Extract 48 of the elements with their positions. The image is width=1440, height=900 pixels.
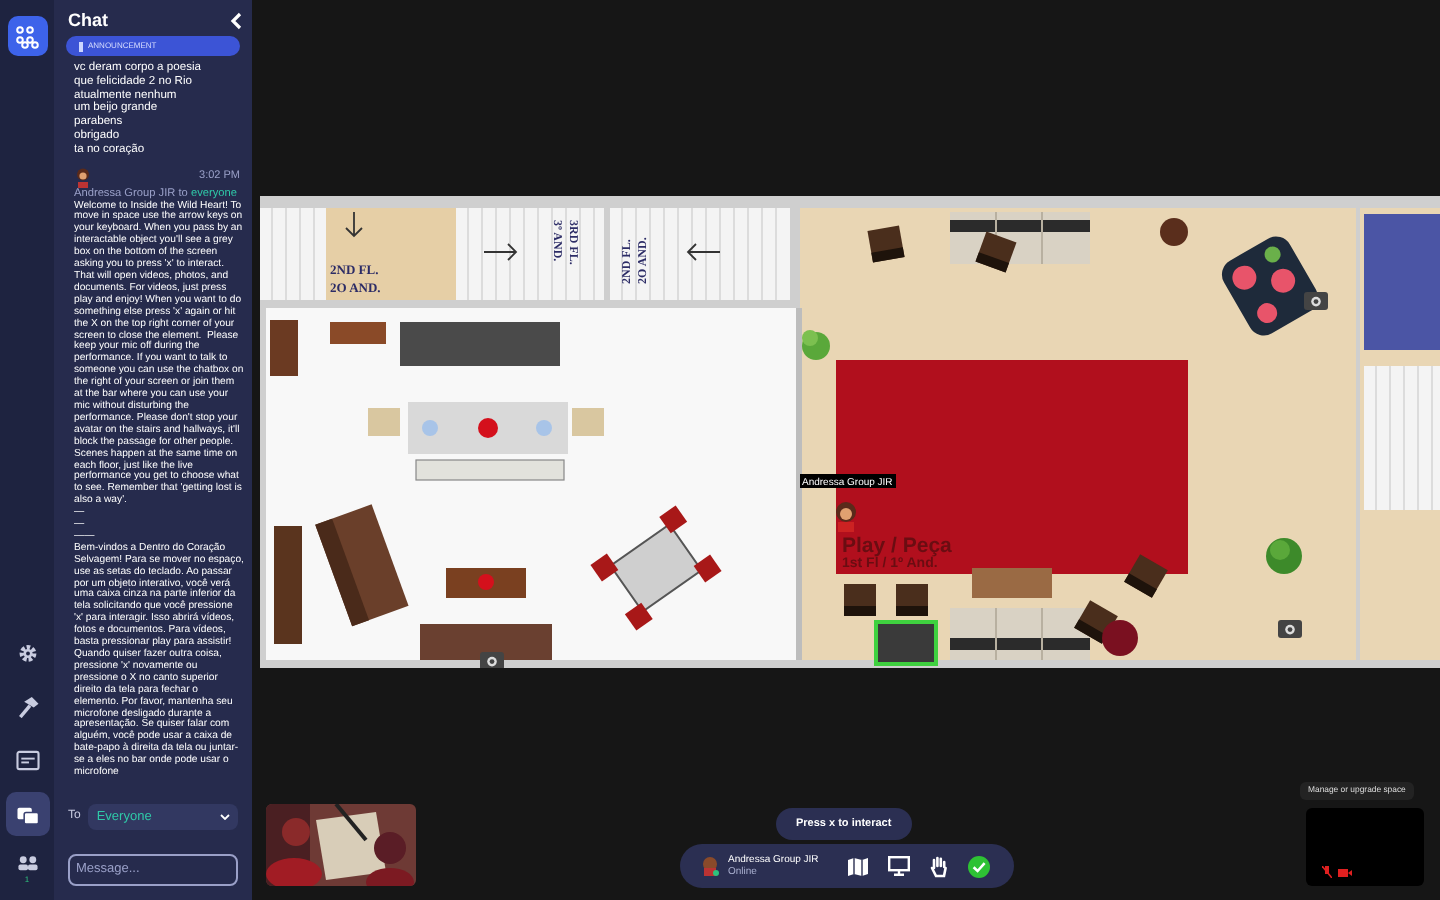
chat-title: Chat xyxy=(68,7,108,34)
avatar-icon xyxy=(74,167,92,188)
app-logo[interactable] xyxy=(7,16,47,56)
coffee-table-drawing xyxy=(446,568,526,598)
map-icon[interactable] xyxy=(848,857,868,875)
avatar-icon xyxy=(700,856,720,876)
armchair-drawing xyxy=(896,584,928,616)
screen-object[interactable] xyxy=(874,620,938,666)
plant-drawing xyxy=(1266,538,1302,574)
armchair-drawing xyxy=(844,584,876,616)
camera-off-icon xyxy=(1338,868,1352,878)
pin-icon xyxy=(78,41,84,51)
staircase-drawing xyxy=(260,207,326,301)
sofa-drawing xyxy=(950,607,1090,661)
shelf-drawing xyxy=(274,526,302,644)
ottoman-drawing xyxy=(1102,620,1138,656)
cabinet-drawing xyxy=(270,320,298,376)
armchair-set-drawing xyxy=(590,505,722,631)
arrow-right-icon xyxy=(483,243,518,261)
armchair-drawing xyxy=(867,225,905,263)
wood-floor xyxy=(326,208,456,300)
hammer-icon xyxy=(15,695,39,717)
chevron-down-icon xyxy=(220,814,230,820)
monitor-icon[interactable] xyxy=(888,856,910,876)
screen-icon xyxy=(15,749,39,771)
armchair-drawing xyxy=(975,231,1017,273)
bed-drawing xyxy=(1364,214,1440,350)
camera-icon[interactable] xyxy=(1304,292,1328,310)
logo-icon xyxy=(14,23,40,49)
scene-title: Play / Peça xyxy=(842,534,952,558)
arrow-down-icon xyxy=(345,211,363,238)
plant-drawing xyxy=(802,330,830,360)
hand-icon[interactable] xyxy=(930,855,948,877)
collapse-icon[interactable] xyxy=(230,12,242,30)
avatar-icon xyxy=(836,502,856,532)
fireplace-drawing xyxy=(420,624,552,660)
camera-icon[interactable] xyxy=(480,652,504,668)
ottoman-drawing xyxy=(1160,218,1188,246)
check-icon[interactable] xyxy=(968,855,990,877)
settings-icon xyxy=(15,641,39,663)
people-icon xyxy=(15,853,39,875)
camera-icon[interactable] xyxy=(1278,620,1302,638)
mic-off-icon xyxy=(1322,866,1332,878)
bench-drawing xyxy=(330,322,386,344)
table-drawing xyxy=(972,568,1052,598)
chat-icon xyxy=(15,803,39,825)
chat-button[interactable] xyxy=(5,792,49,836)
arrow-left-icon xyxy=(686,243,721,261)
